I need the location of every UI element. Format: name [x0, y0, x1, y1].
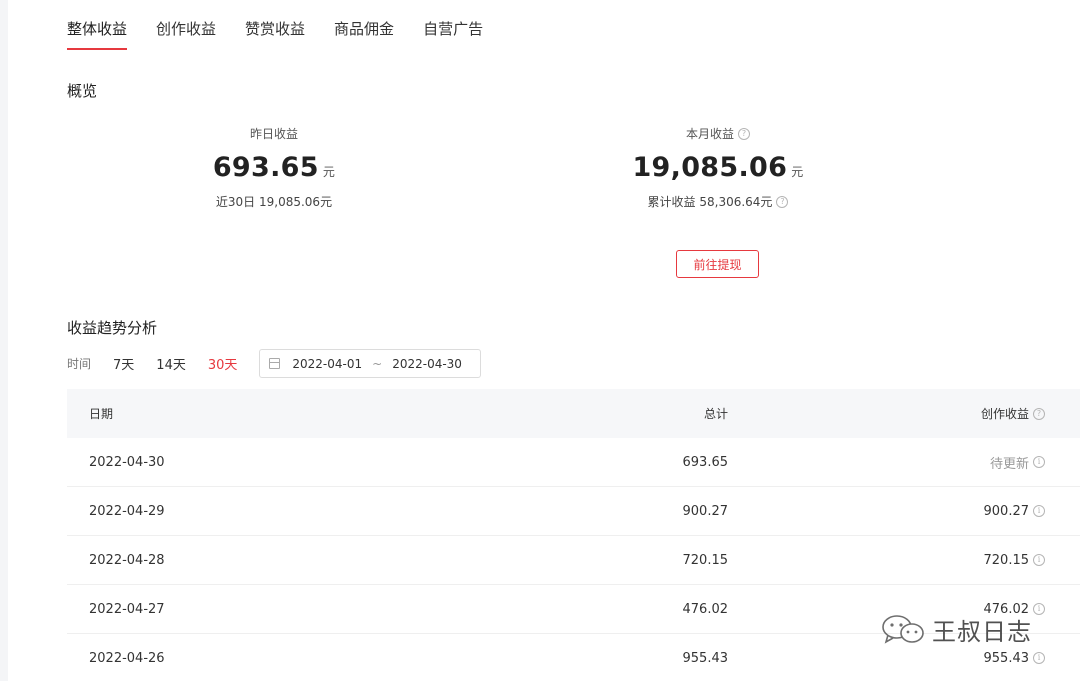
yesterday-value-number: 693.65 [212, 152, 319, 183]
cumulative-revenue-text: 累计收益 58,306.64元 [647, 195, 773, 209]
row-creation-value: 900.27 [983, 503, 1030, 519]
question-icon[interactable]: ? [1033, 407, 1045, 420]
header-total: 总计 [703, 407, 728, 421]
info-icon[interactable]: i [1033, 505, 1045, 517]
table-header: 日期 总计 创作收益 ? [67, 389, 1080, 438]
yesterday-label: 昨日收益 [174, 125, 374, 142]
month-label: 本月收益 ? [618, 125, 818, 142]
overview-title: 概览 [67, 82, 98, 100]
row-date: 2022-04-30 [89, 454, 165, 470]
time-label: 时间 [67, 357, 92, 371]
wechat-icon [882, 614, 924, 644]
info-icon[interactable]: i [1033, 652, 1045, 664]
yesterday-label-text: 昨日收益 [249, 127, 298, 141]
row-total: 693.65 [682, 454, 729, 470]
month-value-number: 19,085.06 [632, 152, 788, 183]
revenue-page: 整体收益 创作收益 赞赏收益 商品佣金 自营广告 概览 昨日收益 693.65 元… [0, 0, 1080, 681]
header-creation: 创作收益 ? [728, 405, 1045, 422]
question-icon[interactable]: ? [738, 127, 750, 140]
end-date: 2022-04-30 [392, 356, 462, 371]
table-row: 2022-04-29 900.27 900.27 i [67, 487, 1080, 536]
yesterday-value: 693.65 元 [174, 152, 374, 183]
header-date: 日期 [89, 407, 114, 421]
row-date: 2022-04-29 [89, 503, 165, 519]
month-stat: 本月收益 ? 19,085.06 元 累计收益 58,306.64元 ? [618, 125, 818, 210]
last-30-days: 近30日 19,085.06元 [174, 193, 374, 210]
tab-product-commission[interactable]: 商品佣金 [334, 18, 394, 50]
trend-title: 收益趋势分析 [67, 319, 158, 337]
date-range-picker[interactable]: 2022-04-01 ~ 2022-04-30 [259, 349, 482, 378]
info-icon[interactable]: i [1033, 456, 1045, 468]
month-value-unit: 元 [791, 165, 804, 179]
range-30-days-button[interactable]: 30天 [208, 354, 238, 373]
row-total: 900.27 [682, 503, 729, 519]
cumulative-revenue: 累计收益 58,306.64元 ? [618, 193, 818, 210]
month-value: 19,085.06 元 [618, 152, 818, 183]
yesterday-value-unit: 元 [322, 165, 336, 179]
time-filter: 时间 7天 14天 30天 2022-04-01 ~ 2022-04-30 [67, 349, 482, 378]
withdraw-button[interactable]: 前往提现 [676, 250, 759, 278]
row-total: 476.02 [682, 601, 729, 617]
header-creation-text: 创作收益 [980, 407, 1029, 421]
row-total: 720.15 [682, 552, 729, 568]
table-row: 2022-04-28 720.15 720.15 i [67, 536, 1080, 585]
row-date: 2022-04-28 [89, 552, 165, 568]
row-creation: 900.27 i [728, 504, 1045, 519]
tab-overall-revenue[interactable]: 整体收益 [67, 18, 128, 50]
calendar-icon [269, 358, 281, 369]
month-label-text: 本月收益 [685, 127, 734, 141]
watermark-text: 王叔日志 [932, 618, 1032, 646]
question-icon[interactable]: ? [776, 195, 789, 208]
last-30-days-text: 近30日 19,085.06元 [215, 195, 333, 209]
range-7-days-button[interactable]: 7天 [113, 354, 134, 373]
tab-appreciation-revenue[interactable]: 赞赏收益 [245, 18, 305, 50]
info-icon[interactable]: i [1033, 554, 1045, 566]
date-separator: ~ [372, 356, 383, 371]
row-date: 2022-04-27 [89, 601, 165, 617]
revenue-tabs: 整体收益 创作收益 赞赏收益 商品佣金 自营广告 [67, 18, 512, 50]
row-creation-value: 720.15 [983, 552, 1030, 568]
yesterday-stat: 昨日收益 693.65 元 近30日 19,085.06元 [174, 125, 374, 210]
row-date: 2022-04-26 [89, 650, 165, 666]
row-creation: 955.43 i [728, 651, 1045, 666]
range-14-days-button[interactable]: 14天 [156, 354, 186, 373]
start-date: 2022-04-01 [292, 356, 363, 371]
watermark: 王叔日志 [880, 612, 1032, 647]
tab-creation-revenue[interactable]: 创作收益 [156, 18, 216, 50]
row-creation: 待更新 i [728, 453, 1045, 472]
row-creation-value: 待更新 [989, 456, 1029, 472]
row-creation: 720.15 i [728, 553, 1045, 568]
left-edge-strip [0, 0, 8, 681]
table-row: 2022-04-30 693.65 待更新 i [67, 438, 1080, 487]
tab-self-ads[interactable]: 自营广告 [423, 18, 483, 50]
row-creation-value: 955.43 [983, 650, 1030, 666]
info-icon[interactable]: i [1033, 603, 1045, 615]
row-total: 955.43 [682, 650, 729, 666]
